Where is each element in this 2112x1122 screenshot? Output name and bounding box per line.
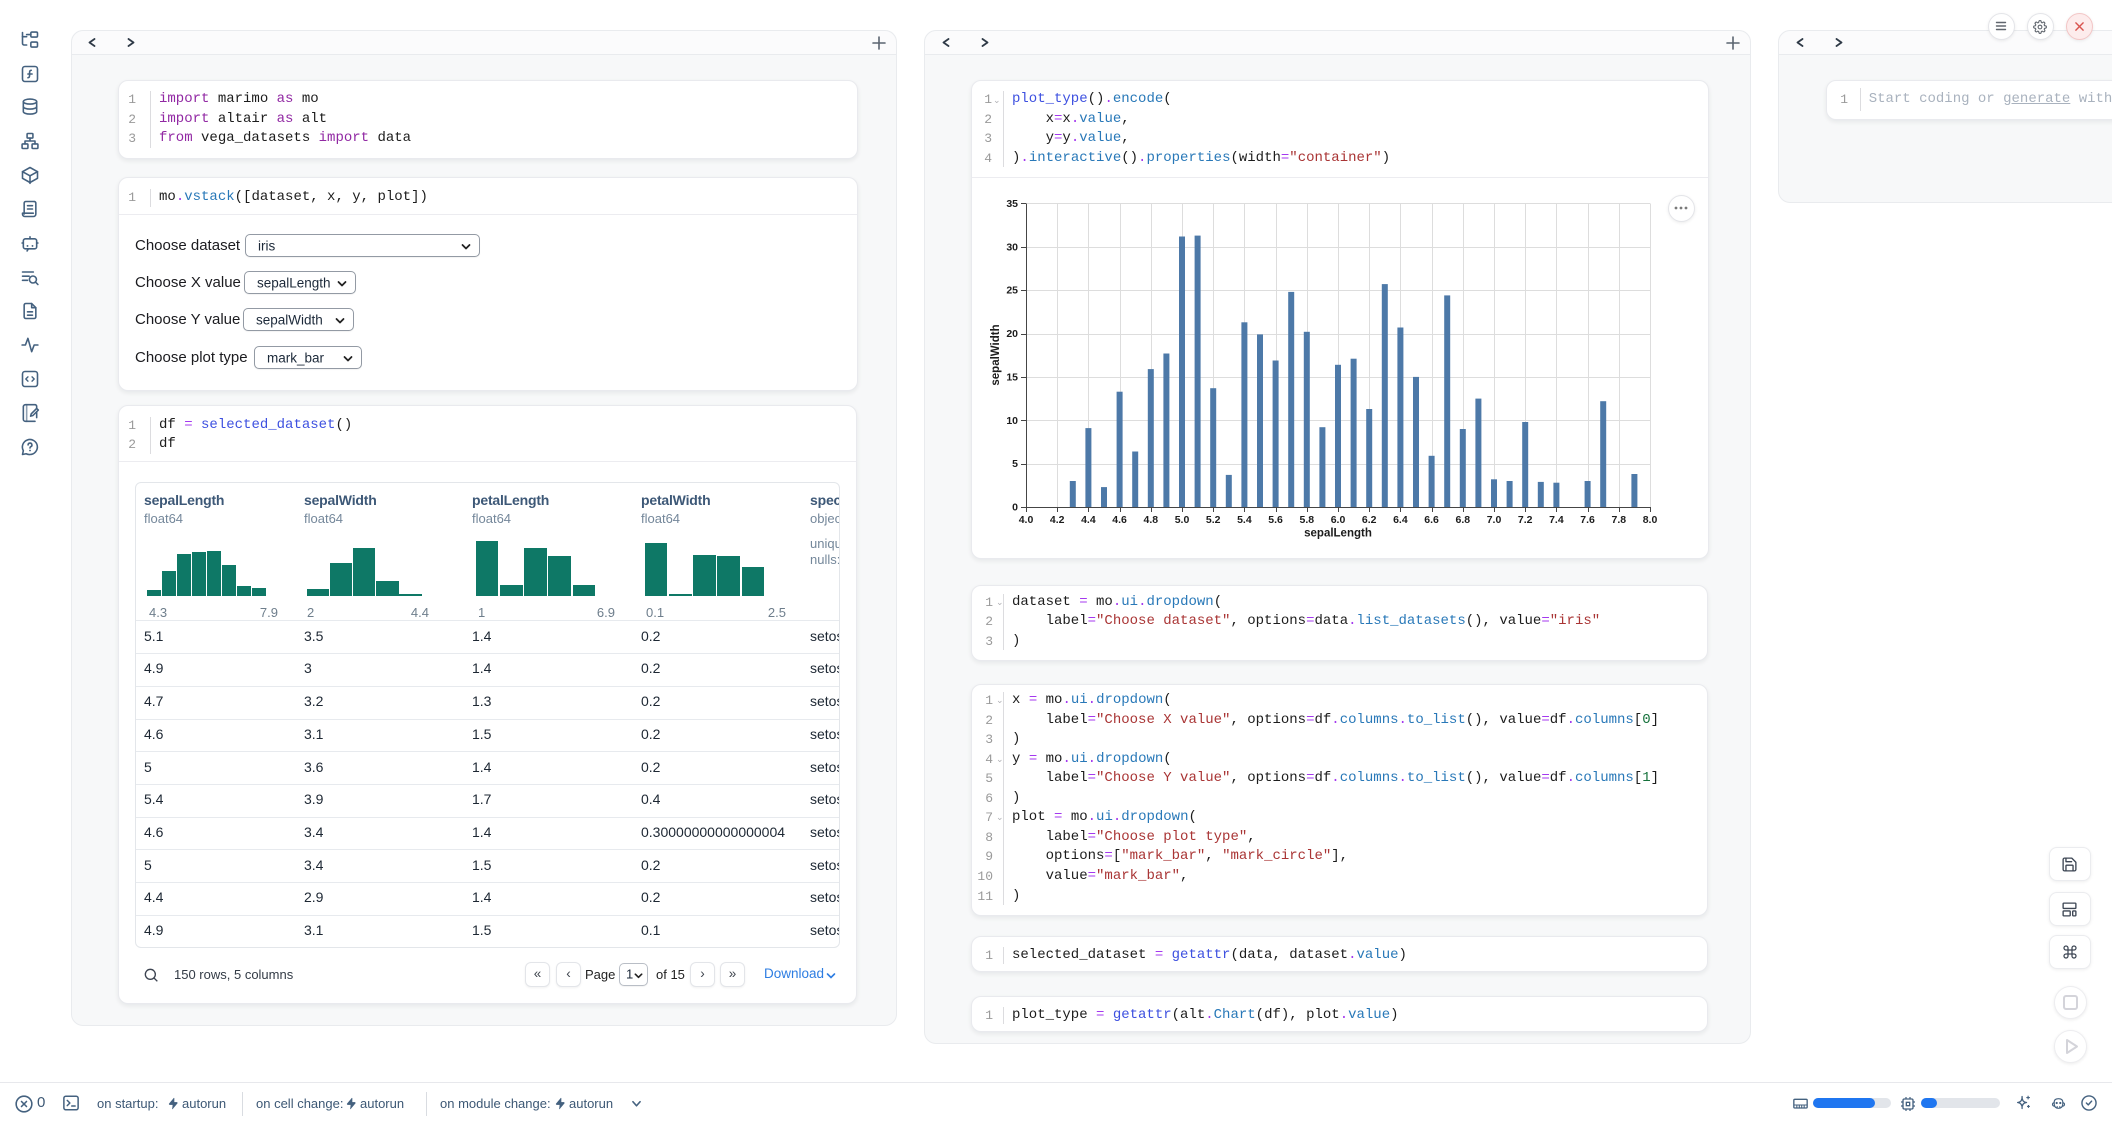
- svg-text:6.0: 6.0: [1331, 514, 1346, 526]
- svg-text:7.0: 7.0: [1487, 514, 1502, 526]
- svg-text:6.4: 6.4: [1393, 514, 1408, 526]
- svg-text:4.4: 4.4: [1081, 514, 1096, 526]
- svg-text:7.2: 7.2: [1518, 514, 1533, 526]
- svg-text:7.4: 7.4: [1549, 514, 1564, 526]
- svg-text:4.0: 4.0: [1019, 514, 1034, 526]
- svg-text:sepalLength: sepalLength: [1304, 528, 1372, 540]
- svg-text:10: 10: [1006, 415, 1018, 427]
- svg-text:35: 35: [1006, 198, 1018, 210]
- svg-text:5.6: 5.6: [1268, 514, 1283, 526]
- svg-text:4.2: 4.2: [1050, 514, 1065, 526]
- svg-text:6.6: 6.6: [1424, 514, 1439, 526]
- svg-text:5.2: 5.2: [1206, 514, 1221, 526]
- svg-text:15: 15: [1006, 371, 1018, 383]
- svg-text:0: 0: [1012, 502, 1018, 514]
- svg-text:30: 30: [1006, 241, 1018, 253]
- svg-text:25: 25: [1006, 285, 1018, 297]
- svg-text:6.8: 6.8: [1455, 514, 1470, 526]
- svg-text:7.8: 7.8: [1611, 514, 1626, 526]
- svg-text:5.4: 5.4: [1237, 514, 1252, 526]
- svg-text:8.0: 8.0: [1643, 514, 1658, 526]
- svg-text:5.8: 5.8: [1299, 514, 1314, 526]
- svg-text:5: 5: [1012, 458, 1018, 470]
- svg-text:5.0: 5.0: [1175, 514, 1190, 526]
- svg-text:4.6: 4.6: [1112, 514, 1127, 526]
- svg-text:7.6: 7.6: [1580, 514, 1595, 526]
- svg-text:6.2: 6.2: [1362, 514, 1377, 526]
- svg-text:sepalWidth: sepalWidth: [990, 324, 1002, 385]
- svg-text:20: 20: [1006, 328, 1018, 340]
- svg-text:4.8: 4.8: [1143, 514, 1158, 526]
